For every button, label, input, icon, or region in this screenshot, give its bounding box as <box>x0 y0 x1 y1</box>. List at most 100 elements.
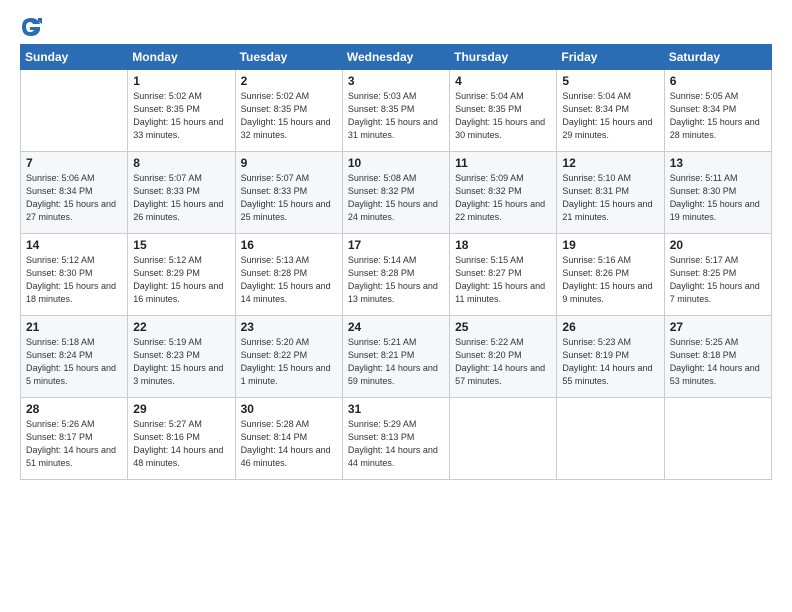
day-number: 21 <box>26 320 122 334</box>
day-info: Sunrise: 5:02 AMSunset: 8:35 PMDaylight:… <box>133 90 229 142</box>
day-info: Sunrise: 5:16 AMSunset: 8:26 PMDaylight:… <box>562 254 658 306</box>
calendar-cell-w1d3: 10Sunrise: 5:08 AMSunset: 8:32 PMDayligh… <box>342 152 449 234</box>
calendar-cell-w0d5: 5Sunrise: 5:04 AMSunset: 8:34 PMDaylight… <box>557 70 664 152</box>
calendar-table: SundayMondayTuesdayWednesdayThursdayFrid… <box>20 44 772 480</box>
day-info: Sunrise: 5:02 AMSunset: 8:35 PMDaylight:… <box>241 90 337 142</box>
weekday-sunday: Sunday <box>21 45 128 70</box>
day-info: Sunrise: 5:18 AMSunset: 8:24 PMDaylight:… <box>26 336 122 388</box>
day-info: Sunrise: 5:13 AMSunset: 8:28 PMDaylight:… <box>241 254 337 306</box>
weekday-friday: Friday <box>557 45 664 70</box>
calendar-cell-w2d5: 19 Sunrise: 5:16 AMSunset: 8:26 PMDayligh… <box>557 234 664 316</box>
calendar-cell-w2d0: 14 Sunrise: 5:12 AMSunset: 8:30 PMDayligh… <box>21 234 128 316</box>
calendar-cell-w2d4: 18 Sunrise: 5:15 AMSunset: 8:27 PMDayligh… <box>450 234 557 316</box>
day-info: Sunrise: 5:14 AMSunset: 8:28 PMDaylight:… <box>348 254 444 306</box>
calendar-cell-w4d6 <box>664 398 771 480</box>
day-info: Sunrise: 5:26 AMSunset: 8:17 PMDaylight:… <box>26 418 122 470</box>
calendar-cell-w0d6: 6 Sunrise: 5:05 AMSunset: 8:34 PMDaylight… <box>664 70 771 152</box>
day-info: Sunrise: 5:17 AMSunset: 8:25 PMDaylight:… <box>670 254 766 306</box>
calendar-cell-w0d3: 3 Sunrise: 5:03 AMSunset: 8:35 PMDaylight… <box>342 70 449 152</box>
calendar-cell-w0d4: 4 Sunrise: 5:04 AMSunset: 8:35 PMDaylight… <box>450 70 557 152</box>
calendar-cell-w4d1: 29 Sunrise: 5:27 AMSunset: 8:16 PMDayligh… <box>128 398 235 480</box>
day-number: 27 <box>670 320 766 334</box>
day-number: 7 <box>26 156 122 170</box>
week-row-2: 14 Sunrise: 5:12 AMSunset: 8:30 PMDayligh… <box>21 234 772 316</box>
day-number: 4 <box>455 74 551 88</box>
day-info: Sunrise: 5:04 AMSunset: 8:34 PMDaylight:… <box>562 90 658 142</box>
calendar-page: SundayMondayTuesdayWednesdayThursdayFrid… <box>0 0 792 612</box>
calendar-cell-w3d0: 21 Sunrise: 5:18 AMSunset: 8:24 PMDayligh… <box>21 316 128 398</box>
calendar-cell-w2d6: 20Sunrise: 5:17 AMSunset: 8:25 PMDayligh… <box>664 234 771 316</box>
calendar-cell-w1d4: 11 Sunrise: 5:09 AMSunset: 8:32 PMDayligh… <box>450 152 557 234</box>
week-row-1: 7 Sunrise: 5:06 AMSunset: 8:34 PMDaylight… <box>21 152 772 234</box>
day-number: 28 <box>26 402 122 416</box>
day-number: 31 <box>348 402 444 416</box>
calendar-cell-w3d4: 25 Sunrise: 5:22 AMSunset: 8:20 PMDayligh… <box>450 316 557 398</box>
day-info: Sunrise: 5:29 AMSunset: 8:13 PMDaylight:… <box>348 418 444 470</box>
day-info: Sunrise: 5:11 AMSunset: 8:30 PMDaylight:… <box>670 172 766 224</box>
day-number: 17 <box>348 238 444 252</box>
day-info: Sunrise: 5:05 AMSunset: 8:34 PMDaylight:… <box>670 90 766 142</box>
calendar-cell-w0d1: 1Sunrise: 5:02 AMSunset: 8:35 PMDaylight… <box>128 70 235 152</box>
calendar-cell-w1d1: 8Sunrise: 5:07 AMSunset: 8:33 PMDaylight… <box>128 152 235 234</box>
day-info: Sunrise: 5:23 AMSunset: 8:19 PMDaylight:… <box>562 336 658 388</box>
logo-icon <box>20 16 42 38</box>
day-number: 29 <box>133 402 229 416</box>
day-number: 6 <box>670 74 766 88</box>
day-number: 26 <box>562 320 658 334</box>
day-info: Sunrise: 5:08 AMSunset: 8:32 PMDaylight:… <box>348 172 444 224</box>
day-info: Sunrise: 5:28 AMSunset: 8:14 PMDaylight:… <box>241 418 337 470</box>
day-number: 24 <box>348 320 444 334</box>
day-info: Sunrise: 5:10 AMSunset: 8:31 PMDaylight:… <box>562 172 658 224</box>
weekday-thursday: Thursday <box>450 45 557 70</box>
calendar-cell-w4d0: 28 Sunrise: 5:26 AMSunset: 8:17 PMDayligh… <box>21 398 128 480</box>
calendar-cell-w1d5: 12 Sunrise: 5:10 AMSunset: 8:31 PMDayligh… <box>557 152 664 234</box>
day-number: 30 <box>241 402 337 416</box>
day-info: Sunrise: 5:09 AMSunset: 8:32 PMDaylight:… <box>455 172 551 224</box>
day-info: Sunrise: 5:20 AMSunset: 8:22 PMDaylight:… <box>241 336 337 388</box>
calendar-cell-w4d5 <box>557 398 664 480</box>
calendar-cell-w3d1: 22Sunrise: 5:19 AMSunset: 8:23 PMDayligh… <box>128 316 235 398</box>
day-info: Sunrise: 5:06 AMSunset: 8:34 PMDaylight:… <box>26 172 122 224</box>
calendar-cell-w0d0 <box>21 70 128 152</box>
day-number: 11 <box>455 156 551 170</box>
calendar-cell-w4d4 <box>450 398 557 480</box>
day-number: 15 <box>133 238 229 252</box>
day-number: 18 <box>455 238 551 252</box>
weekday-wednesday: Wednesday <box>342 45 449 70</box>
week-row-3: 21 Sunrise: 5:18 AMSunset: 8:24 PMDayligh… <box>21 316 772 398</box>
day-info: Sunrise: 5:27 AMSunset: 8:16 PMDaylight:… <box>133 418 229 470</box>
weekday-tuesday: Tuesday <box>235 45 342 70</box>
day-info: Sunrise: 5:03 AMSunset: 8:35 PMDaylight:… <box>348 90 444 142</box>
day-info: Sunrise: 5:12 AMSunset: 8:30 PMDaylight:… <box>26 254 122 306</box>
calendar-cell-w0d2: 2 Sunrise: 5:02 AMSunset: 8:35 PMDaylight… <box>235 70 342 152</box>
week-row-4: 28 Sunrise: 5:26 AMSunset: 8:17 PMDayligh… <box>21 398 772 480</box>
day-number: 12 <box>562 156 658 170</box>
calendar-cell-w3d3: 24 Sunrise: 5:21 AMSunset: 8:21 PMDayligh… <box>342 316 449 398</box>
weekday-header-row: SundayMondayTuesdayWednesdayThursdayFrid… <box>21 45 772 70</box>
calendar-cell-w4d3: 31 Sunrise: 5:29 AMSunset: 8:13 PMDayligh… <box>342 398 449 480</box>
weekday-saturday: Saturday <box>664 45 771 70</box>
day-number: 19 <box>562 238 658 252</box>
day-info: Sunrise: 5:21 AMSunset: 8:21 PMDaylight:… <box>348 336 444 388</box>
day-number: 14 <box>26 238 122 252</box>
day-number: 2 <box>241 74 337 88</box>
day-number: 25 <box>455 320 551 334</box>
weekday-monday: Monday <box>128 45 235 70</box>
calendar-cell-w3d2: 23 Sunrise: 5:20 AMSunset: 8:22 PMDayligh… <box>235 316 342 398</box>
header <box>20 16 772 38</box>
week-row-0: 1Sunrise: 5:02 AMSunset: 8:35 PMDaylight… <box>21 70 772 152</box>
calendar-cell-w3d6: 27 Sunrise: 5:25 AMSunset: 8:18 PMDayligh… <box>664 316 771 398</box>
day-number: 9 <box>241 156 337 170</box>
calendar-cell-w1d2: 9Sunrise: 5:07 AMSunset: 8:33 PMDaylight… <box>235 152 342 234</box>
day-number: 23 <box>241 320 337 334</box>
day-info: Sunrise: 5:22 AMSunset: 8:20 PMDaylight:… <box>455 336 551 388</box>
day-info: Sunrise: 5:15 AMSunset: 8:27 PMDaylight:… <box>455 254 551 306</box>
day-number: 3 <box>348 74 444 88</box>
calendar-cell-w1d0: 7 Sunrise: 5:06 AMSunset: 8:34 PMDaylight… <box>21 152 128 234</box>
day-number: 16 <box>241 238 337 252</box>
day-info: Sunrise: 5:04 AMSunset: 8:35 PMDaylight:… <box>455 90 551 142</box>
day-info: Sunrise: 5:25 AMSunset: 8:18 PMDaylight:… <box>670 336 766 388</box>
calendar-cell-w4d2: 30 Sunrise: 5:28 AMSunset: 8:14 PMDayligh… <box>235 398 342 480</box>
day-number: 13 <box>670 156 766 170</box>
logo <box>20 16 46 38</box>
